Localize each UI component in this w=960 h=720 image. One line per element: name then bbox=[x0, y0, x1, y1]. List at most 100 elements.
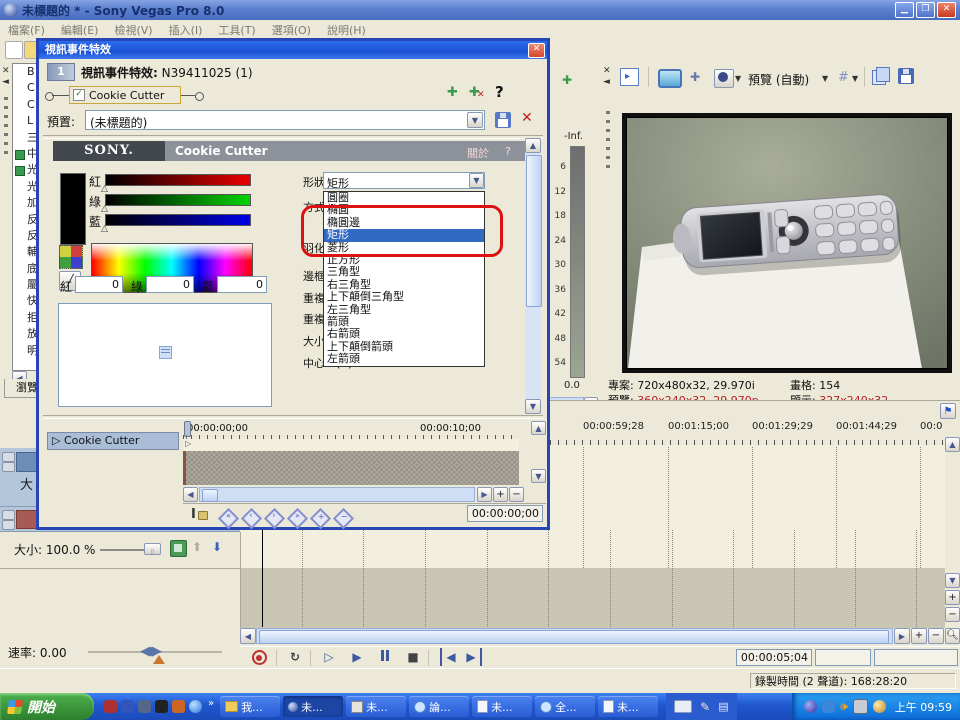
hscroll-thumb[interactable] bbox=[202, 489, 218, 502]
shape-option[interactable]: 右箭頭 bbox=[324, 328, 484, 340]
event-chain-tab[interactable]: 1 bbox=[47, 63, 75, 81]
task-button-my-documents[interactable]: 我... bbox=[220, 696, 280, 717]
scroll-up-button[interactable]: ▲ bbox=[945, 437, 960, 452]
save-snapshot-icon[interactable] bbox=[898, 68, 914, 84]
tray-vegas-icon[interactable] bbox=[804, 700, 817, 713]
plugin-green-icon[interactable]: ✚ bbox=[562, 73, 572, 87]
close-button[interactable]: ✕ bbox=[937, 2, 956, 18]
panel-pin-icon[interactable]: ◄ bbox=[2, 77, 9, 87]
pause-button[interactable] bbox=[372, 648, 398, 666]
scroll-down-button[interactable]: ▼ bbox=[531, 469, 546, 483]
red-value-field[interactable]: 0 bbox=[75, 276, 123, 293]
dialog-close-icon[interactable]: ✕ bbox=[528, 43, 545, 58]
grid-caret-icon[interactable]: ▼ bbox=[852, 74, 858, 83]
zoom-tool-button[interactable]: 🔍︎ bbox=[945, 628, 960, 644]
tray-display-icon[interactable] bbox=[853, 699, 868, 714]
insert-keyframe-button[interactable]: + bbox=[310, 508, 331, 529]
task-button-untitled-2[interactable]: 未... bbox=[346, 696, 406, 717]
restore-button[interactable]: ❐ bbox=[916, 2, 935, 18]
quicklaunch-icon-1[interactable] bbox=[104, 700, 117, 713]
shape-option[interactable]: 三角型 bbox=[324, 266, 484, 278]
remove-plugin-icon[interactable]: ✚✕ bbox=[469, 85, 480, 100]
track-zoom-out-button[interactable]: − bbox=[945, 607, 960, 622]
start-button[interactable]: 開始 bbox=[0, 693, 94, 720]
quality-caret-icon[interactable]: ▼ bbox=[735, 74, 741, 83]
task-button-notepad-1[interactable]: 未... bbox=[472, 696, 532, 717]
green-slider-thumb[interactable]: △ bbox=[101, 204, 108, 214]
undo-step-icon[interactable]: ⬆ bbox=[192, 540, 202, 554]
grid-overlay-icon[interactable]: # bbox=[838, 70, 848, 85]
zoom-out-time-button[interactable]: − bbox=[928, 628, 944, 644]
preview-caret-icon[interactable]: ▼ bbox=[822, 74, 828, 83]
preview-drag-handle[interactable] bbox=[606, 111, 610, 171]
about-help-link[interactable]: ? bbox=[505, 145, 511, 158]
quicklaunch-icon-5[interactable] bbox=[172, 700, 185, 713]
delete-keyframe-button[interactable]: − bbox=[333, 508, 354, 529]
dialog-titlebar[interactable]: 視訊事件特效 bbox=[39, 41, 547, 59]
plugin-chain-chip[interactable]: ✓ Cookie Cutter bbox=[69, 86, 181, 104]
minimize-button[interactable]: ▁ bbox=[895, 2, 914, 18]
go-to-end-button[interactable]: ▶ bbox=[462, 648, 482, 666]
zoom-in-time-button[interactable]: + bbox=[911, 628, 927, 644]
hscroll-thumb[interactable] bbox=[259, 630, 889, 644]
stop-button[interactable]: ■ bbox=[400, 648, 426, 666]
zoom-out-button[interactable]: − bbox=[509, 487, 524, 502]
scroll-right-button[interactable]: ▶ bbox=[477, 487, 492, 502]
scroll-left-button[interactable]: ◀ bbox=[183, 487, 198, 502]
scroll-up-button[interactable]: ▲ bbox=[525, 138, 541, 153]
position-handle[interactable] bbox=[159, 346, 172, 359]
plugin-help-icon[interactable]: ? bbox=[495, 83, 504, 101]
zoom-in-button[interactable]: + bbox=[493, 487, 508, 502]
delete-preset-icon[interactable]: ✕ bbox=[521, 110, 533, 126]
preview-quality-dropdown[interactable]: 預覽 (自動) bbox=[748, 71, 809, 88]
blue-value-field[interactable]: 0 bbox=[217, 276, 267, 293]
shape-combobox[interactable]: 矩形 ▼ bbox=[323, 172, 485, 189]
shape-option[interactable]: 左箭頭 bbox=[324, 353, 484, 365]
timeline-vscroll[interactable]: ▲ ▼ + − bbox=[945, 420, 960, 628]
green-slider[interactable] bbox=[105, 194, 251, 206]
keyboard-layout-icon[interactable] bbox=[674, 700, 692, 713]
panel-drag-handle[interactable] bbox=[4, 97, 8, 157]
language-menu-icon[interactable]: ▤ bbox=[718, 700, 728, 713]
transport-time-display[interactable]: 00:00:05;04 bbox=[736, 649, 812, 666]
selection-length-display[interactable] bbox=[874, 649, 958, 666]
redo-step-icon[interactable]: ⬇ bbox=[212, 540, 222, 554]
track-area-lower[interactable] bbox=[240, 568, 945, 628]
preset-combobox[interactable]: (未標題的) ▼ bbox=[85, 110, 485, 130]
add-plugin-icon[interactable]: ✚ bbox=[447, 85, 458, 100]
shape-caret-icon[interactable]: ▼ bbox=[469, 173, 484, 188]
first-keyframe-button[interactable]: « bbox=[218, 508, 239, 529]
scroll-down-button[interactable]: ▼ bbox=[945, 573, 960, 588]
next-keyframe-button[interactable]: › bbox=[264, 508, 285, 529]
blue-slider-thumb[interactable]: △ bbox=[101, 224, 108, 234]
keyframe-hscroll[interactable] bbox=[199, 487, 475, 502]
play-from-start-button[interactable]: ▷ bbox=[316, 648, 342, 666]
keyframe-ruler[interactable]: 00:00:00;00 00:00:10;00 bbox=[183, 421, 519, 440]
copy-snapshot-icon[interactable] bbox=[872, 70, 886, 85]
task-button-vegas[interactable]: 未... bbox=[283, 696, 343, 717]
size-slider-thumb[interactable]: ▯ bbox=[144, 543, 161, 555]
task-button-notepad-2[interactable]: 未... bbox=[598, 696, 658, 717]
preview-quality-icon[interactable] bbox=[714, 69, 734, 88]
last-keyframe-button[interactable]: » bbox=[287, 508, 308, 529]
scroll-thumb[interactable] bbox=[526, 155, 542, 307]
quicklaunch-icon-2[interactable] bbox=[121, 700, 134, 713]
external-monitor-icon[interactable] bbox=[658, 69, 682, 88]
video-output-fx-icon[interactable]: ✚ bbox=[690, 70, 700, 84]
keyframe-time-display[interactable]: 00:00:00;00 bbox=[467, 505, 543, 522]
track-motion-icon[interactable] bbox=[170, 540, 187, 557]
red-slider-thumb[interactable]: △ bbox=[101, 184, 108, 194]
preview-pin-icon[interactable]: ◄ bbox=[603, 77, 610, 87]
ime-pen-icon[interactable]: ✎ bbox=[700, 700, 710, 714]
blue-slider[interactable] bbox=[105, 214, 251, 226]
selection-start-display[interactable] bbox=[815, 649, 871, 666]
scroll-up-button[interactable]: ▲ bbox=[531, 421, 546, 435]
tray-volume-icon[interactable]: 🕪 bbox=[840, 699, 848, 714]
play-button[interactable]: ▶ bbox=[344, 648, 370, 666]
timeline-hscroll[interactable]: ◀ ▶ + − 🔍︎ bbox=[240, 628, 960, 645]
sync-cursor-lock-icon[interactable]: I bbox=[191, 507, 196, 522]
plugin-scrollbar[interactable]: ▲ ▼ bbox=[525, 138, 541, 414]
shape-option[interactable]: 上下顛倒三角型 bbox=[324, 291, 484, 303]
app-titlebar[interactable]: 未標題的 * - Sony Vegas Pro 8.0 ▁ ❐ ✕ bbox=[0, 0, 960, 20]
track-restore-icon[interactable] bbox=[2, 462, 15, 472]
